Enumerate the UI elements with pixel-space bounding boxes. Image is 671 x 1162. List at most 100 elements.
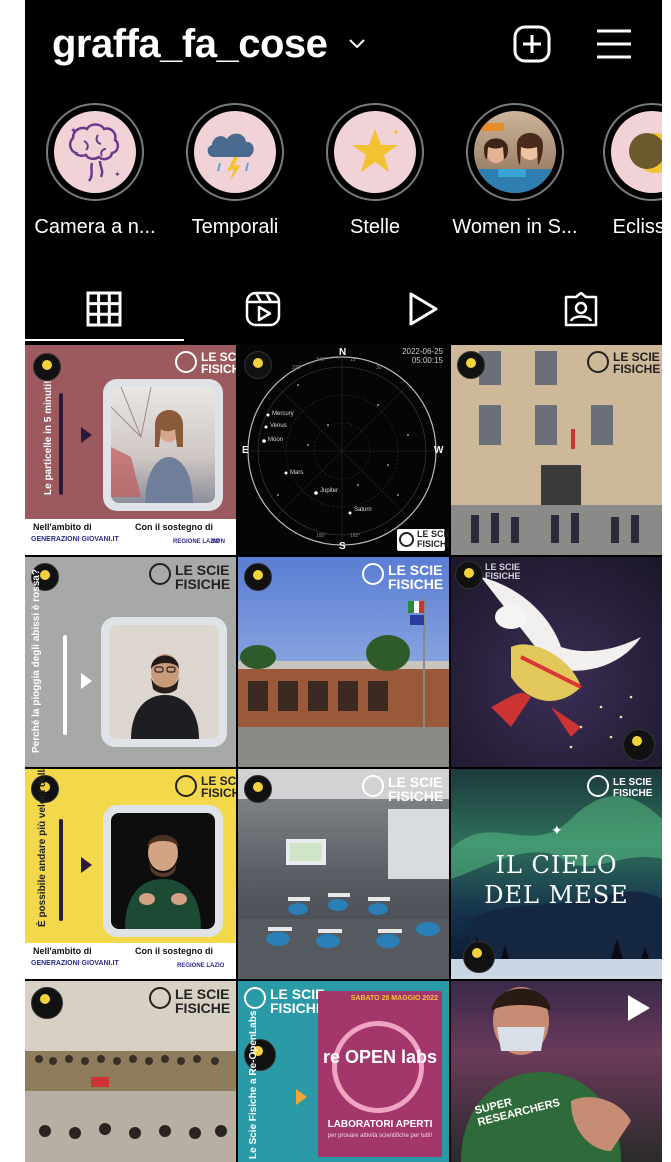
username-switcher[interactable]: graffa_fa_cose bbox=[52, 22, 328, 67]
new-post-icon[interactable] bbox=[512, 24, 552, 64]
graffa-logo bbox=[457, 351, 485, 379]
active-tab-indicator bbox=[25, 339, 184, 341]
atom-icon bbox=[587, 775, 609, 797]
profile-screen: graffa_fa_cose ✦ ✦ Camera a n... Tempora… bbox=[25, 0, 662, 1162]
graffa-logo bbox=[244, 775, 272, 803]
graffa-logo bbox=[31, 987, 63, 1019]
planet-label: Venus bbox=[270, 423, 287, 429]
svg-text:✦: ✦ bbox=[114, 170, 121, 179]
highlight-item[interactable]: ✦ Stelle bbox=[305, 100, 445, 250]
poster-subtitle: per provare attività scientifiche per tu… bbox=[327, 1133, 433, 1139]
arrow-icon bbox=[81, 673, 92, 689]
poster-title: LABORATORI APERTI bbox=[327, 1119, 433, 1130]
degree-label: 345° bbox=[316, 357, 327, 363]
tagged-icon bbox=[564, 291, 598, 327]
poster-date: SABATO 28 MAGGIO 2022 bbox=[350, 995, 438, 1002]
sky-chart bbox=[247, 356, 437, 546]
arrow-icon bbox=[81, 427, 92, 443]
video-frame bbox=[101, 617, 227, 747]
svg-text:✦: ✦ bbox=[392, 127, 400, 137]
reel-play-icon bbox=[628, 995, 650, 1021]
reels-icon bbox=[245, 291, 281, 327]
atom-icon bbox=[175, 351, 197, 373]
compass-west: W bbox=[434, 445, 444, 456]
grid-icon bbox=[86, 291, 122, 327]
story-highlights: ✦ ✦ Camera a n... Temporali ✦ Stelle Wom… bbox=[25, 100, 662, 250]
scie-fisiche-logo: LE SCIEFISICHE bbox=[397, 529, 449, 551]
sponsor-logo-text: GENERAZIONI GIOVANI.IT bbox=[31, 536, 119, 543]
highlight-item[interactable]: Temporali bbox=[165, 100, 305, 250]
scie-fisiche-logo: LE SCIEFISICHE bbox=[270, 986, 326, 1016]
arrow-icon bbox=[296, 1089, 307, 1105]
post-caption-vertical: Le Scie Fisiche a Re-OpenLabs bbox=[248, 1010, 259, 1159]
post-tile[interactable]: LE SCIE FISICHE Le Scie Fisiche a Re-Open… bbox=[238, 981, 449, 1162]
scie-fisiche-logo: LE SCIEFISICHE bbox=[613, 350, 661, 376]
compass-east: E bbox=[242, 445, 249, 456]
highlight-ring bbox=[466, 103, 564, 201]
degree-label: 165° bbox=[350, 533, 361, 539]
compass-north: N bbox=[339, 347, 347, 358]
highlight-label: Women in S... bbox=[452, 216, 578, 238]
atom-icon bbox=[362, 775, 384, 797]
scie-fisiche-logo: LE SCIEFISICHE bbox=[201, 774, 236, 800]
planet-label: Jupiter bbox=[320, 488, 339, 494]
tab-reels[interactable] bbox=[184, 275, 343, 341]
planet-label: Saturn bbox=[354, 507, 372, 513]
graffa-logo bbox=[33, 353, 61, 381]
graffa-logo bbox=[623, 729, 655, 761]
profile-tabs bbox=[25, 275, 662, 341]
sponsor-logo-text: GENERAZIONI GIOVANI.IT bbox=[31, 960, 119, 967]
event-poster: SABATO 28 MAGGIO 2022 re OPEN labs LABOR… bbox=[318, 991, 442, 1157]
tab-videos[interactable] bbox=[343, 275, 502, 341]
highlight-label: Eclissi bbox=[612, 216, 662, 238]
post-tile[interactable]: LE SCIE FISICHE bbox=[238, 557, 449, 767]
post-caption-vertical: Le particelle in 5 minuti! bbox=[43, 380, 54, 495]
highlight-label: Temporali bbox=[191, 216, 279, 238]
post-tile[interactable]: LE SCIEFISICHE È possibile andare più ve… bbox=[25, 769, 236, 979]
degree-label: 15° bbox=[350, 357, 358, 363]
post-tile[interactable]: 2022-06-25 05:00:15 N E S W Mercury Venu… bbox=[238, 345, 449, 555]
scie-fisiche-logo: LE SCIEFISICHE bbox=[201, 350, 236, 376]
highlight-item[interactable]: Women in S... bbox=[445, 100, 585, 250]
degree-label: 195° bbox=[316, 533, 327, 539]
atom-icon bbox=[362, 563, 384, 585]
arrow-icon bbox=[81, 857, 92, 873]
side-bar bbox=[59, 819, 63, 921]
poster-brand: re OPEN labs bbox=[322, 1047, 438, 1067]
sponsor-caption-right: Con il sostegno di bbox=[135, 946, 213, 956]
sponsor-caption-left: Nell'ambito di bbox=[33, 946, 92, 956]
sponsor-strip: Nell'ambito di Con il sostegno di GENERA… bbox=[25, 943, 236, 979]
post-tile[interactable]: LE SCIE FISICHE bbox=[451, 557, 662, 767]
posts-grid: LE SCIEFISICHE Le particelle in 5 minuti… bbox=[25, 345, 662, 1162]
scie-fisiche-logo: LE SCIEFISICHE bbox=[485, 562, 521, 581]
post-title-line2: DEL MESE bbox=[484, 881, 629, 909]
degree-label: 330° bbox=[292, 365, 303, 371]
menu-icon[interactable] bbox=[595, 26, 633, 62]
post-tile[interactable]: SUPER RESEARCHERS bbox=[451, 981, 662, 1162]
sponsor-caption-right: Con il sostegno di bbox=[135, 522, 213, 532]
video-frame bbox=[103, 805, 223, 937]
post-tile[interactable]: LE SCIEFISICHE Le particelle in 5 minuti… bbox=[25, 345, 236, 555]
compass-south: S bbox=[339, 541, 346, 552]
post-tile[interactable]: LE SCIE FISICHE bbox=[25, 981, 236, 1162]
highlight-item[interactable]: Eclissi bbox=[585, 100, 662, 250]
chevron-down-icon[interactable] bbox=[347, 36, 367, 50]
highlight-item[interactable]: ✦ ✦ Camera a n... bbox=[25, 100, 165, 250]
post-tile[interactable]: ✦ LE SCIE FISICHE IL CIELO DEL MESE bbox=[451, 769, 662, 979]
scie-fisiche-logo: LE SCIEFISICHE bbox=[388, 562, 444, 592]
post-tile[interactable]: LE SCIE FISICHE Perché la pioggia degli a… bbox=[25, 557, 236, 767]
tab-posts[interactable] bbox=[25, 275, 184, 341]
post-tile[interactable]: LE SCIE FISICHE bbox=[451, 345, 662, 555]
scie-fisiche-logo: LE SCIEFISICHE bbox=[388, 774, 444, 804]
planet-label: Mars bbox=[290, 470, 304, 476]
side-bar bbox=[63, 635, 67, 735]
graffa-logo bbox=[455, 561, 483, 589]
tab-tagged[interactable] bbox=[502, 275, 661, 341]
eclipse-icon bbox=[611, 111, 662, 193]
post-caption-vertical: Perché la pioggia degli abissi è rossa? bbox=[31, 569, 42, 753]
post-title-line1: IL CIELO bbox=[495, 851, 618, 879]
atom-icon bbox=[244, 987, 266, 1009]
highlight-ring bbox=[603, 103, 662, 201]
graffa-logo bbox=[463, 941, 495, 973]
post-tile[interactable]: LE SCIE FISICHE bbox=[238, 769, 449, 979]
